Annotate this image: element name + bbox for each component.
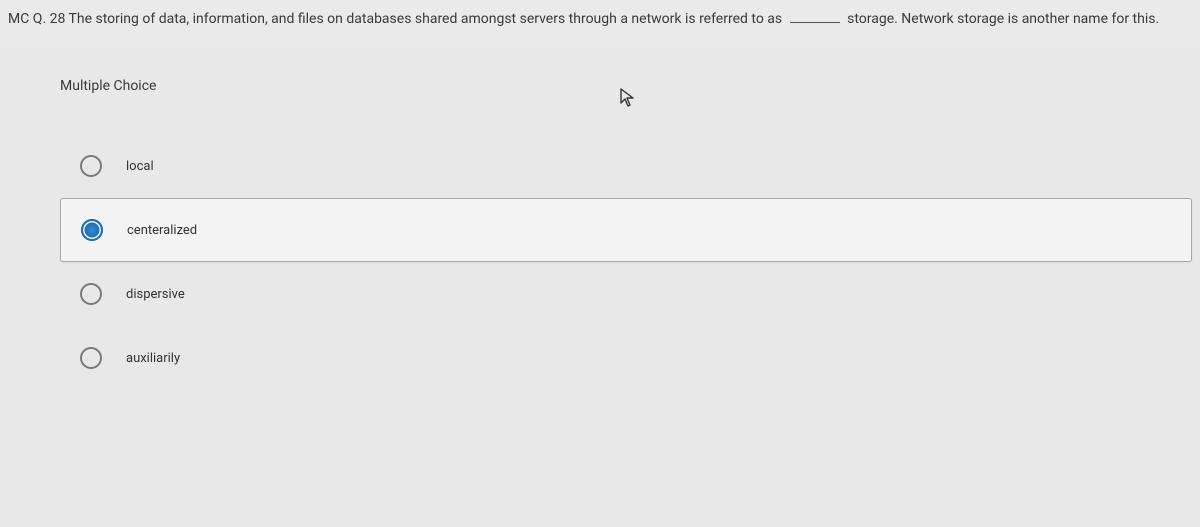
option-label: centeralized: [127, 223, 197, 238]
radio-icon: [80, 347, 102, 369]
option-label: dispersive: [126, 287, 185, 302]
options-list: local centeralized dispersive auxiliaril…: [60, 134, 1200, 390]
radio-icon: [80, 155, 102, 177]
option-local[interactable]: local: [80, 134, 1200, 198]
question-prefix: MC Q. 28 The storing of data, informatio…: [8, 11, 782, 27]
multiple-choice-label: Multiple Choice: [60, 78, 1200, 94]
option-dispersive[interactable]: dispersive: [80, 262, 1200, 326]
option-centeralized[interactable]: centeralized: [60, 198, 1192, 262]
option-label: local: [126, 159, 154, 174]
question-suffix: storage. Network storage is another name…: [847, 11, 1159, 27]
option-auxiliarily[interactable]: auxiliarily: [80, 326, 1200, 390]
question-area: MC Q. 28 The storing of data, informatio…: [0, 0, 1200, 48]
question-text: MC Q. 28 The storing of data, informatio…: [8, 10, 1188, 28]
answers-area: Multiple Choice local centeralized dispe…: [0, 48, 1200, 390]
radio-icon: [81, 219, 103, 241]
option-label: auxiliarily: [126, 351, 180, 366]
blank-fill: [790, 22, 840, 23]
radio-icon: [80, 283, 102, 305]
